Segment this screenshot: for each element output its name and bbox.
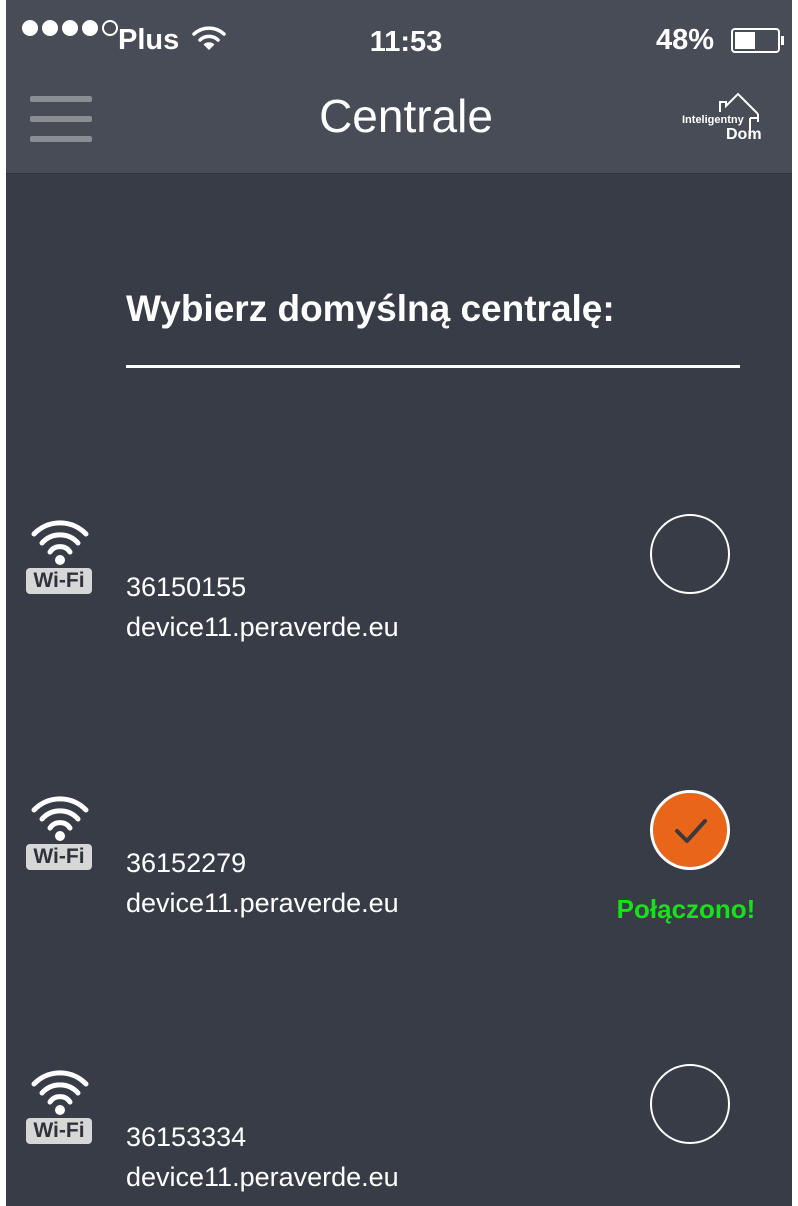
- menu-line: [30, 116, 92, 122]
- wifi-label: Wi-Fi: [26, 844, 92, 870]
- checkmark-icon: [675, 819, 707, 843]
- status-bar: Plus 11:53 48%: [6, 0, 792, 80]
- heading-divider: [126, 365, 740, 368]
- signal-dot: [82, 20, 98, 36]
- signal-dot: [62, 20, 78, 36]
- wifi-arcs: [31, 1070, 89, 1115]
- device-radio-button-selected[interactable]: [650, 790, 730, 870]
- wifi-icon: Wi-Fi: [24, 514, 96, 596]
- device-host: device11.peraverde.eu: [126, 888, 399, 918]
- device-id: 36150155: [126, 572, 247, 602]
- logo-text-line1: Inteligentny: [682, 114, 744, 126]
- wifi-arcs: [31, 796, 89, 841]
- signal-dot: [42, 20, 58, 36]
- device-row[interactable]: Wi-Fi 36153334 device11.peraverde.eu: [6, 1064, 792, 1206]
- device-radio-button[interactable]: [650, 514, 730, 594]
- section-heading: Wybierz domyślną centralę:: [126, 288, 615, 329]
- wifi-arcs: [31, 520, 89, 565]
- device-row[interactable]: Wi-Fi 36150155 device11.peraverde.eu: [6, 514, 792, 664]
- wifi-label: Wi-Fi: [26, 1118, 92, 1144]
- app-logo[interactable]: Inteligentny Dom: [682, 92, 772, 152]
- signal-dot-empty: [102, 20, 118, 36]
- menu-line: [30, 96, 92, 102]
- carrier-name: Plus: [118, 24, 180, 56]
- logo-text-line2: Dom: [726, 126, 762, 143]
- signal-strength-icon: [22, 20, 118, 36]
- device-radio-button[interactable]: [650, 1064, 730, 1144]
- device-host: device11.peraverde.eu: [126, 612, 399, 642]
- menu-line: [30, 136, 92, 142]
- wifi-status-icon: [192, 26, 226, 50]
- wifi-icon: Wi-Fi: [24, 1064, 96, 1146]
- battery-icon: [731, 28, 784, 53]
- device-id: 36153334: [126, 1122, 247, 1152]
- device-row[interactable]: Wi-Fi 36152279 device11.peraverde.eu Poł…: [6, 790, 792, 940]
- signal-dot: [22, 20, 38, 36]
- battery-percent: 48%: [656, 24, 715, 56]
- page-title: Centrale: [319, 90, 493, 142]
- hamburger-menu-icon[interactable]: [30, 94, 94, 150]
- app-screen: Plus 11:53 48% Centrale Inteligentny Dom…: [6, 0, 792, 1206]
- wifi-label: Wi-Fi: [26, 568, 92, 594]
- device-id: 36152279: [126, 848, 247, 878]
- top-bar: Plus 11:53 48% Centrale Inteligentny Dom: [6, 0, 792, 174]
- connection-status: Połączono!: [616, 894, 756, 924]
- wifi-icon: Wi-Fi: [24, 790, 96, 872]
- device-host: device11.peraverde.eu: [126, 1162, 399, 1192]
- clock: 11:53: [369, 26, 443, 58]
